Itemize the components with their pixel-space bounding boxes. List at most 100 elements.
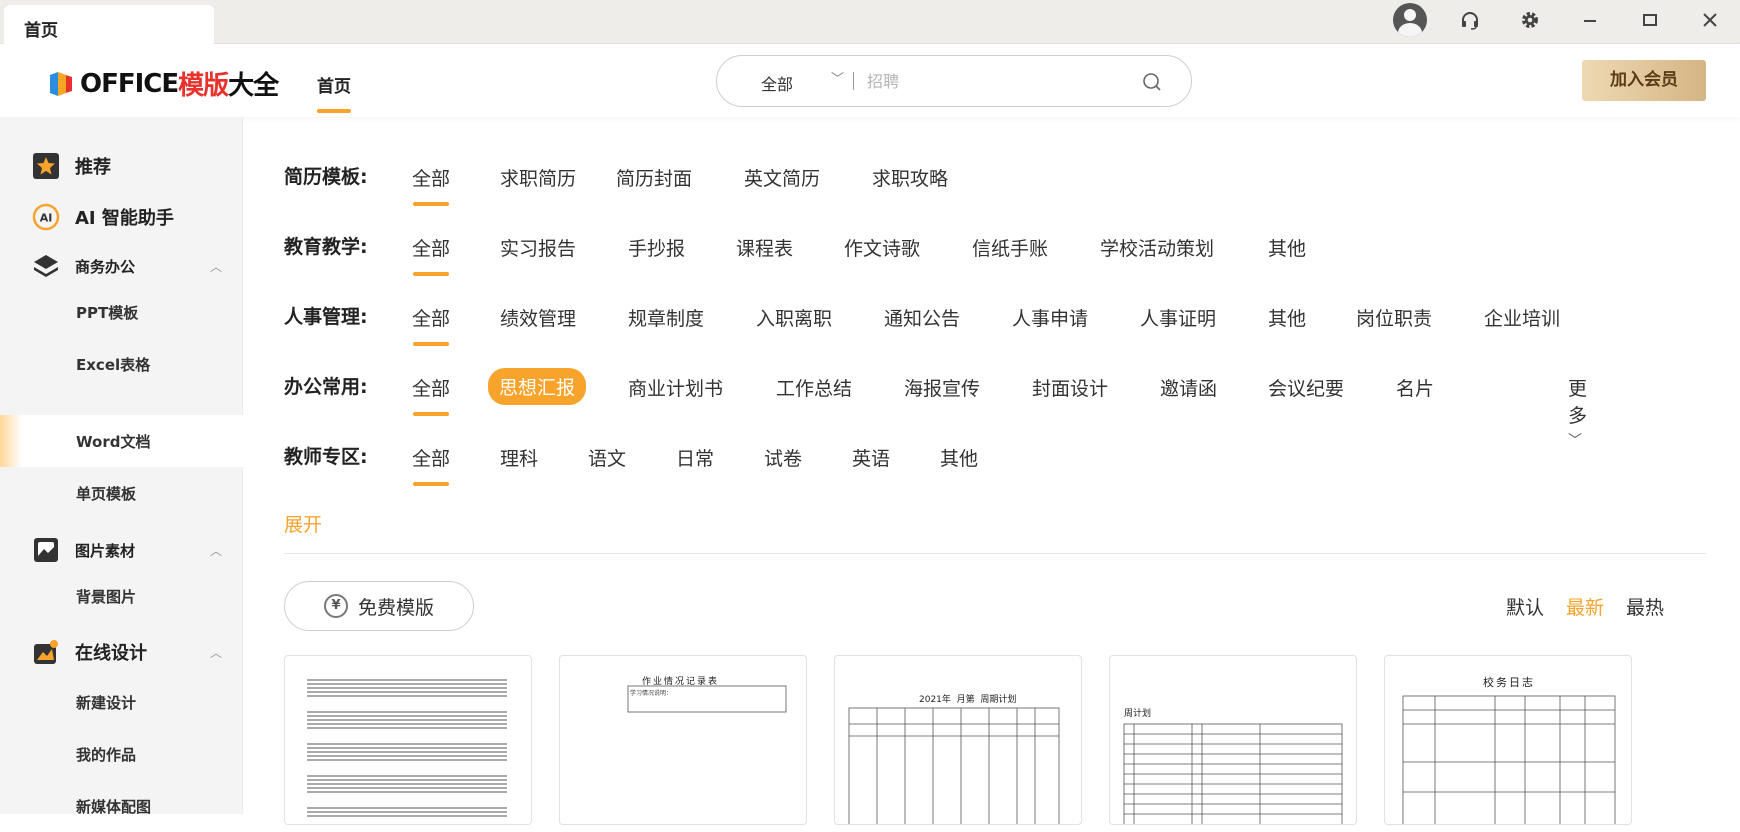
sidebar-item-background[interactable]: 背景图片: [0, 570, 243, 622]
filter-option-label: 全部: [412, 308, 451, 330]
filter-option[interactable]: 作文诗歌: [844, 234, 920, 261]
search-category-select[interactable]: 全部: [761, 71, 793, 95]
filter-option[interactable]: 人事证明: [1140, 304, 1216, 331]
filter-label: 简历模板:: [284, 165, 368, 188]
filter-option[interactable]: 理科: [500, 444, 538, 471]
sidebar-item-new-media[interactable]: 新媒体配图: [0, 780, 243, 832]
template-card-title: 2021年 月第 周期计划: [919, 695, 1017, 705]
template-card[interactable]: 校务日志: [1384, 655, 1632, 825]
sidebar-item-recommend[interactable]: 推荐: [0, 146, 243, 186]
sidebar-item-business[interactable]: 商务办公 ︿: [0, 246, 243, 286]
divider: [284, 553, 1706, 554]
filter-option[interactable]: 通知公告: [884, 304, 960, 331]
chevron-down-icon[interactable]: ﹀: [831, 68, 844, 87]
headset-icon[interactable]: [1440, 0, 1500, 40]
filter-option[interactable]: 信纸手账: [972, 234, 1048, 261]
filter-option[interactable]: 名片: [1396, 374, 1434, 401]
filter-option[interactable]: 企业培训: [1484, 304, 1560, 331]
search-input[interactable]: [867, 68, 1107, 94]
filter-option[interactable]: 入职离职: [756, 304, 832, 331]
filter-option[interactable]: 求职攻略: [872, 164, 948, 191]
filter-active-underline: [413, 342, 450, 346]
sidebar-label-online-design: 在线设计: [75, 643, 147, 664]
nav-home[interactable]: 首页: [317, 72, 351, 113]
nav-home-label: 首页: [317, 77, 351, 97]
filter-option[interactable]: 全部: [412, 374, 450, 416]
free-templates-button[interactable]: ¥ 免费模版: [284, 581, 474, 631]
filter-option[interactable]: 封面设计: [1032, 374, 1108, 401]
design-icon: [34, 640, 58, 664]
sort-default[interactable]: 默认: [1506, 593, 1544, 620]
template-card-subtitle: 学习情况说明：: [630, 690, 673, 697]
yen-icon: ¥: [323, 594, 348, 618]
filter-option[interactable]: 邀请函: [1160, 374, 1217, 401]
more-dropdown[interactable]: 更多 ﹀: [1568, 374, 1587, 450]
sidebar-item-ai[interactable]: AI AI 智能助手: [0, 197, 243, 237]
filter-option[interactable]: 英语: [852, 444, 890, 471]
filter-option[interactable]: 全部: [412, 164, 450, 206]
filter-option[interactable]: 海报宣传: [904, 374, 980, 401]
filter-option[interactable]: 其他: [1268, 234, 1306, 261]
expand-link[interactable]: 展开: [284, 510, 322, 537]
template-card[interactable]: [284, 655, 532, 825]
search-icon[interactable]: [1141, 71, 1163, 97]
filter-option-label: 全部: [412, 448, 451, 470]
filter-option[interactable]: 简历封面: [616, 164, 692, 191]
filter-option[interactable]: 语文: [588, 444, 626, 471]
filter-option[interactable]: 商业计划书: [628, 374, 723, 401]
sidebar-item-ppt[interactable]: PPT模板: [0, 286, 243, 338]
filter-option[interactable]: 其他: [1268, 304, 1306, 331]
filter-option[interactable]: 学校活动策划: [1100, 234, 1214, 261]
sort-hottest[interactable]: 最热: [1626, 593, 1664, 620]
filter-option[interactable]: 工作总结: [776, 374, 852, 401]
filter-label: 人事管理:: [284, 305, 368, 328]
sidebar: 推荐 AI AI 智能助手 商务办公 ︿ PPT模板 Excel表格 Word文…: [0, 117, 243, 816]
nav-home-underline: [317, 109, 351, 113]
template-card-title: 周计划: [1124, 709, 1152, 719]
filter-option[interactable]: 岗位职责: [1356, 304, 1432, 331]
close-icon[interactable]: [1680, 0, 1740, 40]
template-card[interactable]: 周计划: [1109, 655, 1357, 825]
filter-option[interactable]: 全部: [412, 304, 451, 346]
filter-option[interactable]: 规章制度: [628, 304, 704, 331]
template-card-title: 校务日志: [1483, 676, 1535, 689]
filter-option[interactable]: 其他: [940, 444, 978, 471]
filter-option[interactable]: 课程表: [736, 234, 793, 261]
filter-option[interactable]: 全部: [412, 234, 450, 276]
join-vip-button[interactable]: 加入会员: [1582, 60, 1706, 101]
minimize-icon[interactable]: [1560, 0, 1620, 40]
sidebar-item-new-design[interactable]: 新建设计: [0, 676, 243, 728]
filter-option[interactable]: 手抄报: [628, 234, 685, 261]
filter-option[interactable]: 会议纪要: [1268, 374, 1344, 401]
user-avatar-button[interactable]: [1380, 0, 1440, 40]
app-logo[interactable]: OFFICE 模版 大全: [48, 65, 279, 102]
ai-icon: AI: [32, 203, 60, 231]
filter-option[interactable]: 日常: [676, 444, 714, 471]
template-card[interactable]: 2021年 月第 周期计划: [834, 655, 1082, 825]
sidebar-item-single-page[interactable]: 单页模板: [0, 467, 243, 519]
filter-option[interactable]: 英文简历: [744, 164, 820, 191]
sort-newest[interactable]: 最新: [1566, 593, 1604, 620]
sidebar-item-online-design[interactable]: 在线设计 ︿: [0, 632, 243, 672]
search-box: 全部 ﹀: [716, 55, 1192, 107]
filter-option[interactable]: 求职简历: [500, 164, 576, 191]
sidebar-label-ppt: PPT模板: [76, 303, 139, 322]
sidebar-item-images[interactable]: 图片素材 ︿: [0, 530, 243, 570]
chevron-down-icon: ﹀: [1568, 433, 1582, 449]
filter-option[interactable]: 实习报告: [500, 234, 576, 261]
filter-option-selected[interactable]: 思想汇报: [488, 368, 587, 405]
maximize-icon[interactable]: [1620, 0, 1680, 40]
tab-home[interactable]: 首页: [4, 5, 214, 44]
filter-option[interactable]: 试卷: [764, 444, 802, 471]
filter-active-underline: [413, 482, 450, 486]
sidebar-item-my-works[interactable]: 我的作品: [0, 728, 243, 780]
template-card[interactable]: 作业情况记录表 学习情况说明：: [559, 655, 807, 825]
sidebar-item-excel[interactable]: Excel表格: [0, 338, 243, 390]
gear-icon[interactable]: [1500, 0, 1560, 40]
filter-option[interactable]: 全部: [412, 444, 451, 486]
filter-option[interactable]: 人事申请: [1012, 304, 1088, 331]
filter-label: 教师专区:: [284, 445, 368, 468]
sidebar-item-word[interactable]: Word文档: [0, 415, 243, 467]
sidebar-label-background: 背景图片: [76, 587, 137, 606]
filter-option[interactable]: 绩效管理: [500, 304, 576, 331]
